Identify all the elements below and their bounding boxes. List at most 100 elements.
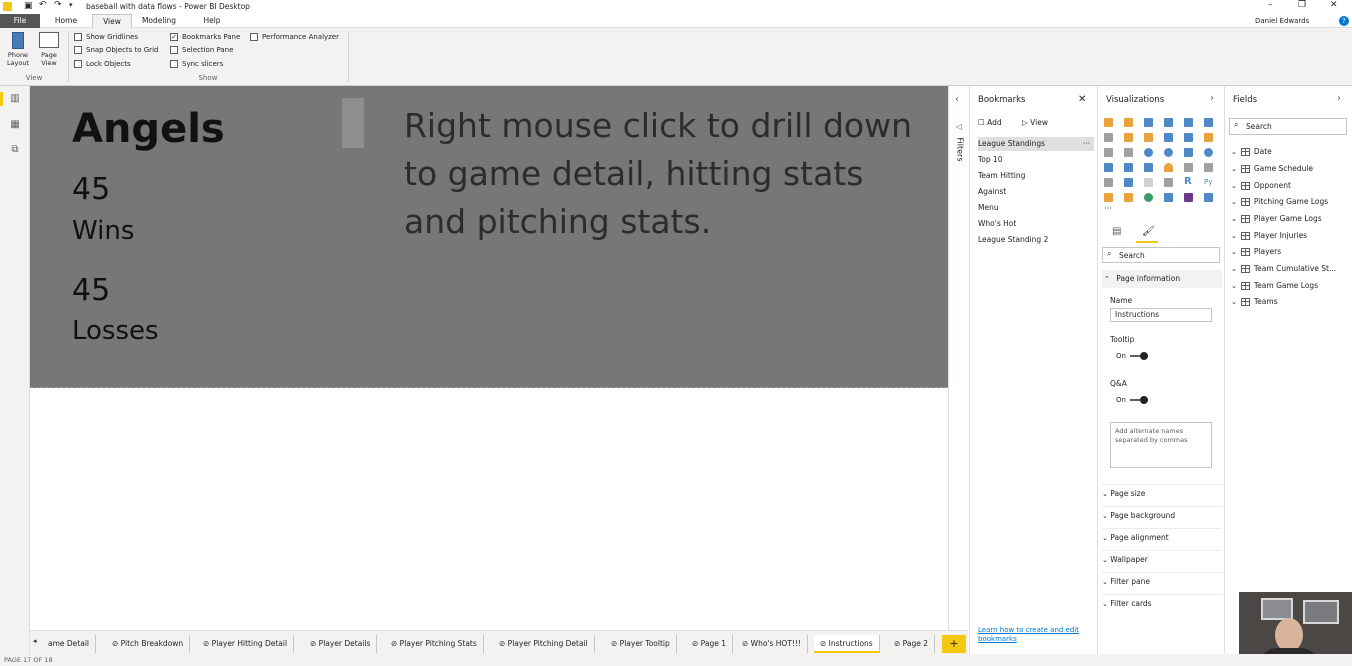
visual-type-icon[interactable] (1144, 163, 1153, 172)
visual-type-icon[interactable] (1164, 118, 1173, 127)
report-view-icon[interactable]: ▥ (8, 93, 22, 105)
field-table-item[interactable]: ⌄ Players (1231, 245, 1281, 259)
filters-pane[interactable]: ‹ ◁ Filters (948, 86, 970, 654)
data-view-icon[interactable]: ▦ (8, 119, 22, 131)
view-bookmark-button[interactable]: ▷ View (1022, 118, 1048, 127)
tab-view[interactable]: View (92, 14, 132, 28)
visual-type-icon[interactable] (1104, 193, 1113, 202)
visual-type-icon[interactable] (1184, 193, 1193, 202)
visual-type-icon[interactable] (1144, 118, 1153, 127)
bookmark-item[interactable]: League Standing 2 (978, 233, 1094, 247)
page-tab-active[interactable]: ⊘ Instructions (814, 635, 880, 653)
field-table-item[interactable]: ⌄ Pitching Game Logs (1231, 195, 1328, 209)
visual-type-icon[interactable] (1124, 193, 1133, 202)
field-table-item[interactable]: ⌄ Player Game Logs (1231, 212, 1322, 226)
tab-file[interactable]: File (0, 14, 40, 28)
visual-type-icon[interactable] (1184, 118, 1193, 127)
fields-well-icon[interactable]: ▤ (1112, 226, 1121, 237)
tab-home[interactable]: Home (46, 14, 86, 28)
page-tab[interactable]: ⊘ Page 2 (888, 635, 935, 653)
filter-pane-section[interactable]: ⌄ Filter pane (1102, 572, 1222, 590)
visual-type-icon[interactable] (1184, 133, 1193, 142)
visual-type-icon[interactable] (1204, 118, 1213, 127)
page-tab[interactable]: ⊘ Page 1 (686, 635, 733, 653)
field-table-item[interactable]: ⌄ Teams (1231, 295, 1278, 309)
add-page-button[interactable]: + (942, 635, 966, 653)
field-table-item[interactable]: ⌄ Team Game Logs (1231, 279, 1318, 293)
visual-type-icon[interactable] (1104, 178, 1113, 187)
chevron-left-icon[interactable]: ‹ (955, 94, 959, 105)
visual-type-icon[interactable] (1124, 118, 1133, 127)
field-table-item[interactable]: ⌄ Game Schedule (1231, 162, 1313, 176)
visual-type-icon[interactable] (1164, 148, 1173, 157)
field-table-item[interactable]: ⌄ Date (1231, 145, 1272, 159)
page-tab[interactable]: ⊘ Player Pitching Stats (385, 635, 484, 653)
visual-type-icon[interactable] (1144, 148, 1153, 157)
page-view-button[interactable]: Page View (34, 32, 64, 74)
scroll-left-icon[interactable]: ◂ (33, 637, 37, 645)
format-paint-roller-icon[interactable]: 🖌 (1142, 226, 1155, 237)
visual-type-icon[interactable] (1204, 163, 1213, 172)
page-tab[interactable]: ame Detail (42, 635, 96, 653)
show-gridlines-checkbox[interactable]: Show Gridlines (74, 33, 138, 41)
wallpaper-section[interactable]: ⌄ Wallpaper (1102, 550, 1222, 568)
visual-type-icon[interactable] (1164, 133, 1173, 142)
page-tab[interactable]: ⊘ Player Tooltip (605, 635, 677, 653)
visual-type-icon[interactable] (1144, 178, 1153, 187)
visual-type-icon[interactable] (1144, 133, 1153, 142)
bookmarks-pane-checkbox[interactable]: ✓ Bookmarks Pane (170, 33, 240, 41)
bookmark-item[interactable]: Menu (978, 201, 1094, 215)
quick-access-dropdown-icon[interactable]: ▾ (69, 1, 73, 9)
more-visuals-icon[interactable]: ··· (1104, 204, 1112, 213)
field-table-item[interactable]: ⌄ Opponent (1231, 179, 1291, 193)
visual-type-icon[interactable] (1204, 148, 1213, 157)
bookmark-item[interactable]: League Standings ··· (978, 137, 1094, 151)
redo-icon[interactable]: ↷ (54, 0, 62, 10)
visual-type-icon[interactable] (1164, 178, 1173, 187)
field-table-item[interactable]: ⌄ Team Cumulative St... (1231, 262, 1336, 276)
help-icon[interactable]: ? (1339, 16, 1349, 26)
phone-layout-button[interactable]: Phone Layout (4, 32, 32, 74)
page-size-section[interactable]: ⌄ Page size (1102, 484, 1222, 502)
visual-type-icon[interactable] (1104, 148, 1113, 157)
minimize-icon[interactable]: – (1268, 0, 1273, 10)
model-view-icon[interactable]: ⧉ (8, 144, 22, 156)
page-name-input[interactable]: Instructions (1110, 308, 1212, 322)
sync-slicers-checkbox[interactable]: Sync slicers (170, 60, 223, 68)
page-tab[interactable]: ⊘ Player Pitching Detail (493, 635, 595, 653)
close-window-icon[interactable]: ✕ (1330, 0, 1338, 10)
fields-search-box[interactable]: ⌕ Search (1229, 118, 1347, 135)
page-background-section[interactable]: ⌄ Page background (1102, 506, 1222, 524)
visual-type-icon[interactable] (1184, 163, 1193, 172)
visual-type-icon[interactable] (1124, 133, 1133, 142)
visual-type-icon[interactable] (1104, 118, 1113, 127)
page-information-header[interactable]: ⌃ Page information (1102, 270, 1222, 288)
visual-type-icon[interactable] (1164, 193, 1173, 202)
add-bookmark-button[interactable]: ☐ Add (978, 118, 1002, 127)
chevron-right-icon[interactable]: › (1210, 93, 1214, 104)
tooltip-toggle[interactable]: On (1116, 352, 1148, 360)
page-alignment-section[interactable]: ⌄ Page alignment (1102, 528, 1222, 546)
placeholder-shape[interactable] (342, 98, 364, 148)
bookmark-item[interactable]: Against (978, 185, 1094, 199)
visual-type-icon[interactable] (1104, 133, 1113, 142)
visual-type-icon[interactable] (1184, 148, 1193, 157)
r-visual-icon[interactable]: R (1184, 176, 1193, 187)
bookmark-item[interactable]: Top 10 (978, 153, 1094, 167)
qa-toggle[interactable]: On (1116, 396, 1148, 404)
restore-icon[interactable]: ❐ (1298, 0, 1306, 10)
visual-type-icon[interactable] (1204, 193, 1213, 202)
learn-bookmarks-link[interactable]: Learn how to create and edit bookmarks (978, 626, 1094, 644)
visual-type-icon[interactable] (1124, 178, 1133, 187)
more-options-icon[interactable]: ··· (1083, 137, 1090, 151)
report-canvas[interactable]: Angels 45 Wins 45 Losses Right mouse cli… (30, 86, 948, 388)
close-icon[interactable]: ✕ (1078, 94, 1086, 105)
bookmark-item[interactable]: Team Hitting (978, 169, 1094, 183)
python-visual-icon[interactable]: Py (1204, 178, 1213, 187)
performance-analyzer-checkbox[interactable]: Performance Analyzer (250, 33, 339, 41)
tab-help[interactable]: Help (192, 14, 232, 28)
filter-cards-section[interactable]: ⌄ Filter cards (1102, 594, 1222, 612)
page-tab[interactable]: ⊘ Player Hitting Detail (197, 635, 295, 653)
page-tab[interactable]: ⊘ Player Details (304, 635, 378, 653)
visual-type-icon[interactable] (1204, 133, 1213, 142)
